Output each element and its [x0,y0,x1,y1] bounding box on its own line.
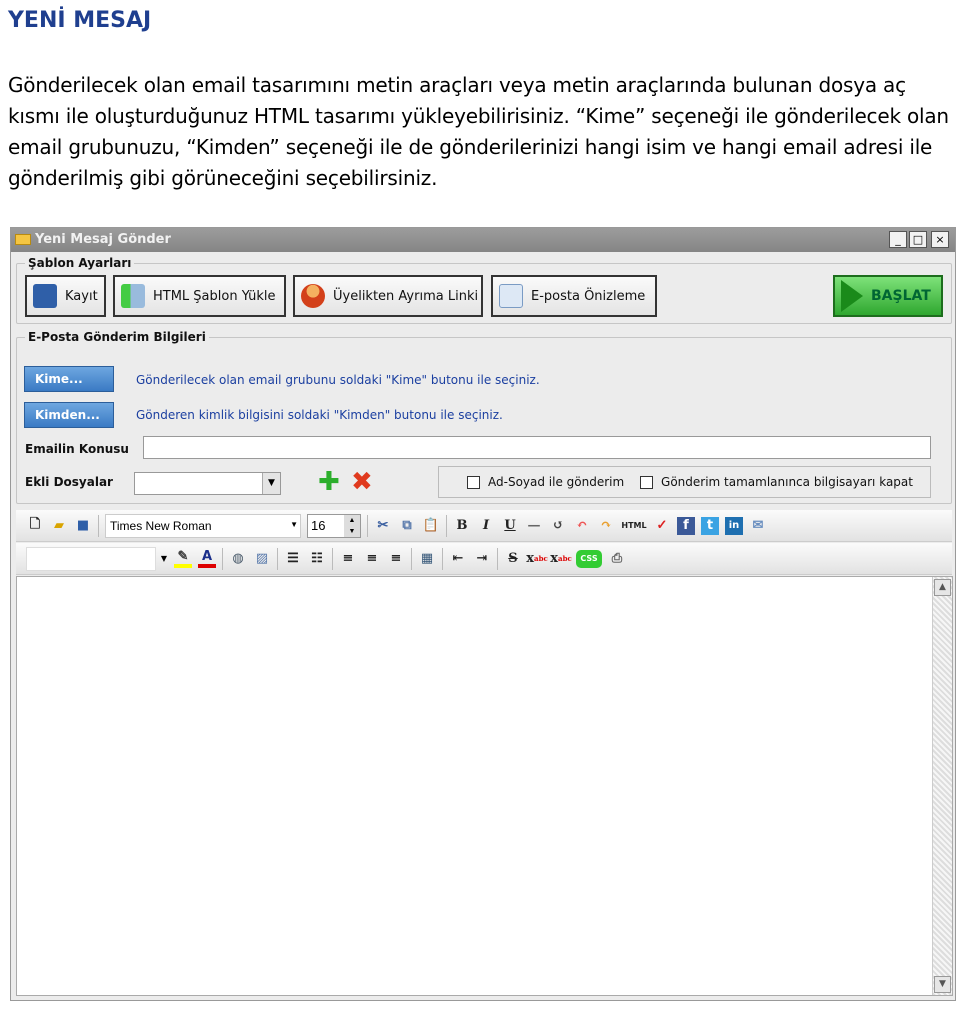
css-icon[interactable]: CSS [576,549,602,568]
reset-icon[interactable]: ↺ [549,517,567,535]
shutdown-label: Gönderim tamamlanınca bilgisayarı kapat [661,475,913,489]
send-with-name-checkbox[interactable] [467,476,480,489]
attachments-label: Ekli Dosyalar [25,475,113,489]
chevron-down-icon: ▼ [290,519,298,529]
send-with-name-label: Ad-Soyad ile gönderim [488,475,625,489]
from-hint: Gönderen kimlik bilgisini soldaki "Kimde… [136,408,503,422]
email-icon[interactable]: ✉ [749,517,767,535]
font-family-select[interactable]: Times New Roman ▼ [105,513,301,538]
align-left-icon[interactable]: ≡ [339,550,357,568]
highlight-color-icon[interactable]: ✎ [174,549,192,568]
intro-paragraph: Gönderilecek olan email tasarımını metin… [8,73,949,190]
floppy-icon [33,284,57,308]
preview-label: E-posta Önizleme [531,288,646,304]
chevron-down-icon: ▼ [160,553,167,563]
font-family-value: Times New Roman [110,518,212,533]
load-html-label: HTML Şablon Yükle [153,288,276,304]
page-heading: YENİ MESAJ [8,8,152,33]
horizontal-rule-icon[interactable]: — [525,517,543,535]
to-hint: Gönderilecek olan email grubunu soldaki … [136,373,540,387]
align-right-icon[interactable]: ≡ [387,550,405,568]
window-title: Yeni Mesaj Gönder [35,232,171,247]
link-globe-icon[interactable]: ◍ [229,550,247,568]
options-panel: Ad-Soyad ile gönderim Gönderim tamamlanı… [438,466,931,498]
email-body-editor[interactable]: ▲ ▼ [16,576,953,996]
chevron-down-icon[interactable]: ▼ [262,473,280,494]
save-button[interactable]: Kayıt [25,275,106,317]
editor-toolbar-1: 🗋 ▰ ■ Times New Roman ▼ 16 ▲ ▼ ✂ ⧉ 📋 B I U … [16,510,952,542]
html-icon[interactable]: HTML [621,517,647,535]
preview-magnifier-icon [499,284,523,308]
unsubscribe-label: Üyelikten Ayrıma Linki [333,288,479,304]
save-icon[interactable]: ■ [74,517,92,535]
start-button[interactable]: BAŞLAT [833,275,943,317]
maximize-button[interactable]: □ [909,231,927,248]
copy-icon[interactable]: ⧉ [398,517,416,535]
import-page-icon [121,284,145,308]
email-preview-button[interactable]: E-posta Önizleme [491,275,657,317]
linkedin-icon[interactable]: in [725,516,743,535]
scroll-up-icon[interactable]: ▲ [934,579,951,596]
italic-icon[interactable]: I [477,517,495,535]
shutdown-checkbox[interactable] [640,476,654,489]
font-size-stepper[interactable]: 16 ▲ ▼ [307,513,361,538]
subject-label: Emailin Konusu [25,442,129,456]
subject-input[interactable] [143,436,931,459]
redo-icon[interactable]: ↷ [597,517,615,535]
load-html-template-button[interactable]: HTML Şablon Yükle [113,275,286,317]
strikethrough-icon[interactable]: S [504,550,522,568]
unsubscribe-link-button[interactable]: Üyelikten Ayrıma Linki [293,275,483,317]
superscript-icon[interactable]: x abc [526,550,547,568]
outdent-icon[interactable]: ⇤ [449,550,467,568]
unordered-list-icon[interactable]: ☷ [308,550,326,568]
title-bar: Yeni Mesaj Gönder _ □ × [11,228,955,252]
print-icon[interactable]: ⎙ [608,550,626,568]
send-info-legend: E-Posta Gönderim Bilgileri [28,330,206,344]
from-button[interactable]: Kimden... [24,402,114,428]
template-settings-legend: Şablon Ayarları [28,256,132,270]
stepper-arrows-icon[interactable]: ▲ ▼ [344,514,360,537]
indent-icon[interactable]: ⇥ [473,550,491,568]
subscript-icon[interactable]: x abc [550,550,571,568]
align-center-icon[interactable]: ≡ [363,550,381,568]
undo-icon[interactable]: ↶ [573,517,591,535]
twitter-icon[interactable]: t [701,516,719,535]
scroll-down-icon[interactable]: ▼ [934,976,951,993]
ordered-list-icon[interactable]: ☰ [284,550,302,568]
attachments-select[interactable]: ▼ [134,472,281,495]
spellcheck-icon[interactable]: ✓ [653,517,671,535]
new-message-window: Yeni Mesaj Gönder _ □ × Şablon Ayarları … [10,227,956,1001]
cut-icon[interactable]: ✂ [374,517,392,535]
underline-icon[interactable]: U [501,517,519,535]
editor-toolbar-2: ▼ ✎ A ◍ ▨ ☰ ☷ ≡ ≡ ≡ ▦ ⇤ ⇥ S x abc x abc CS… [16,543,952,575]
table-icon[interactable]: ▦ [418,550,436,568]
font-size-value: 16 [311,517,326,533]
save-label: Kayıt [65,288,98,304]
play-icon [841,280,863,312]
bold-icon[interactable]: B [453,517,471,535]
envelope-icon [15,234,31,245]
to-button[interactable]: Kime... [24,366,114,392]
close-button[interactable]: × [931,231,949,248]
remove-attachment-icon[interactable]: ✖ [351,469,373,495]
paste-icon[interactable]: 📋 [422,517,440,535]
vertical-scrollbar[interactable]: ▲ ▼ [932,577,952,995]
facebook-icon[interactable]: f [677,516,695,535]
start-label: BAŞLAT [871,288,931,304]
font-color-icon[interactable]: A [198,549,216,568]
add-attachment-icon[interactable]: ✚ [318,469,340,495]
image-icon[interactable]: ▨ [253,550,271,568]
user-icon [301,284,325,308]
new-document-icon[interactable]: 🗋 [26,517,44,535]
minimize-button[interactable]: _ [889,231,907,248]
open-folder-icon[interactable]: ▰ [50,517,68,535]
style-select[interactable]: ▼ [26,546,167,571]
